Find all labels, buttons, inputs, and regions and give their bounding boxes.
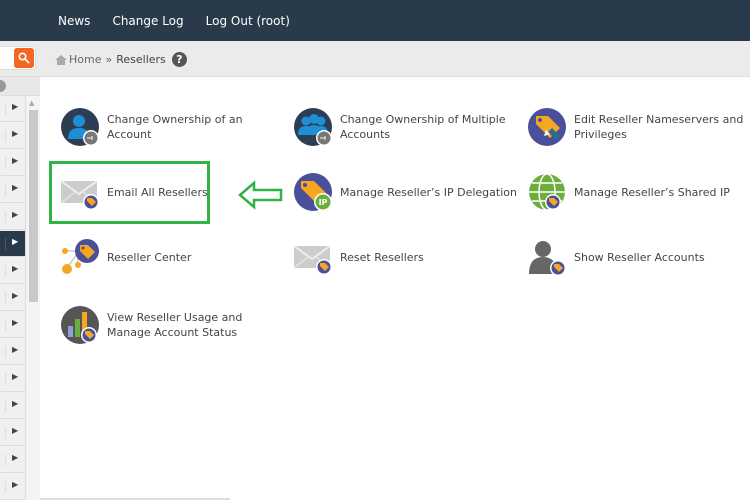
sidebar-toggle-icon[interactable] (0, 80, 6, 92)
item-shared-ip[interactable]: Manage Reseller’s Shared IP (528, 173, 750, 211)
scrollbar-thumb[interactable] (29, 110, 38, 302)
breadcrumb-separator: » (105, 53, 113, 66)
expand-arrow-icon[interactable]: ▶ (12, 426, 18, 435)
item-reset-resellers[interactable]: Reset Resellers (293, 238, 520, 276)
sidebar-item[interactable]: ▶ (0, 285, 26, 311)
sidebar-item-separator (5, 454, 6, 466)
scroll-up-arrow-icon[interactable]: ▲ (29, 99, 34, 107)
expand-arrow-icon[interactable]: ▶ (12, 183, 18, 192)
item-label: Change Ownership of Multiple Accounts (340, 113, 506, 141)
item-label: Manage Reseller’s Shared IP (574, 185, 730, 199)
sidebar-item-separator (5, 265, 6, 277)
users-key-icon (294, 108, 332, 146)
home-icon (55, 54, 67, 65)
sidebar-item[interactable]: ▶ (0, 312, 26, 338)
expand-arrow-icon[interactable]: ▶ (12, 102, 18, 111)
sidebar-item-separator (5, 427, 6, 439)
sidebar-item-separator (5, 130, 6, 142)
top-navigation-bar: News Change Log Log Out (root) (0, 0, 750, 41)
tag-pen-icon (528, 108, 566, 146)
sidebar-item[interactable]: ▶ (0, 231, 26, 257)
sidebar-item-separator (5, 211, 6, 223)
sidebar-item[interactable]: ▶ (0, 123, 26, 149)
item-change-ownership-multiple[interactable]: Change Ownership of Multiple Accounts (294, 108, 520, 146)
expand-arrow-icon[interactable]: ▶ (12, 453, 18, 462)
expand-arrow-icon[interactable]: ▶ (12, 210, 18, 219)
expand-arrow-icon[interactable]: ▶ (12, 372, 18, 381)
sidebar-item[interactable]: ▶ (0, 420, 26, 446)
item-ip-delegation[interactable]: IP Manage Reseller’s IP Delegation (294, 173, 520, 211)
sidebar-item[interactable]: ▶ (0, 177, 26, 203)
item-change-ownership[interactable]: Change Ownership of an Account (61, 108, 287, 146)
search-icon (18, 52, 30, 64)
sidebar-scrollbar[interactable]: ▲ (27, 96, 40, 500)
breadcrumb: Home » Resellers ? (55, 52, 187, 67)
search-button[interactable] (14, 48, 34, 68)
sidebar-item-separator (5, 238, 6, 250)
sidebar-item-separator (5, 319, 6, 331)
sidebar-item-separator (5, 292, 6, 304)
help-icon[interactable]: ? (171, 52, 187, 67)
sidebar-item[interactable]: ▶ (0, 474, 26, 500)
item-view-reseller-usage[interactable]: View Reseller Usage and Manage Account S… (61, 306, 287, 344)
expand-arrow-icon[interactable]: ▶ (12, 156, 18, 165)
person-tag-icon (528, 238, 566, 276)
item-label: View Reseller Usage and Manage Account S… (107, 311, 243, 339)
sidebar-item[interactable]: ▶ (0, 393, 26, 419)
item-label: Show Reseller Accounts (574, 250, 705, 264)
nav-news-link[interactable]: News (58, 14, 90, 28)
expand-arrow-icon[interactable]: ▶ (12, 237, 18, 246)
chart-tag-icon (61, 306, 99, 344)
sidebar-item-separator (5, 373, 6, 385)
envelope-tag-icon (293, 238, 332, 276)
breadcrumb-bar: Home » Resellers ? (0, 41, 750, 77)
sidebar-item-separator (5, 481, 6, 493)
item-label: Edit Reseller Nameservers and Privileges (574, 113, 744, 141)
expand-arrow-icon[interactable]: ▶ (12, 129, 18, 138)
user-key-icon (61, 108, 99, 146)
item-label: Reset Resellers (340, 250, 424, 264)
item-label: Change Ownership of an Account (107, 113, 243, 141)
expand-arrow-icon[interactable]: ▶ (12, 345, 18, 354)
sidebar-item[interactable]: ▶ (0, 96, 26, 122)
network-tag-icon (61, 238, 99, 276)
sidebar-item-separator (5, 157, 6, 169)
highlight-box (49, 161, 210, 224)
sidebar-item[interactable]: ▶ (0, 204, 26, 230)
sidebar-item-separator (5, 184, 6, 196)
expand-arrow-icon[interactable]: ▶ (12, 264, 18, 273)
breadcrumb-current: Resellers (116, 53, 166, 66)
item-show-reseller-accounts[interactable]: Show Reseller Accounts (528, 238, 750, 276)
tag-ip-icon: IP (294, 173, 332, 211)
sidebar-item-separator (5, 400, 6, 412)
expand-arrow-icon[interactable]: ▶ (12, 480, 18, 489)
top-nav: News Change Log Log Out (root) (58, 0, 312, 41)
sidebar-item[interactable]: ▶ (0, 150, 26, 176)
sidebar-item[interactable]: ▶ (0, 447, 26, 473)
ip-badge: IP (319, 198, 328, 207)
globe-tag-icon (528, 173, 566, 211)
expand-arrow-icon[interactable]: ▶ (12, 318, 18, 327)
sidebar-item[interactable]: ▶ (0, 339, 26, 365)
breadcrumb-home-link[interactable]: Home (69, 53, 101, 66)
sidebar-header (0, 77, 40, 96)
left-arrow-annotation-icon (238, 180, 283, 210)
sidebar: ▶ ▶ ▶ ▶ ▶ ▶ ▶ ▶ ▶ ▶ ▶ ▶ ▶ ▶ ▶ ▲ (0, 77, 40, 500)
nav-change-log-link[interactable]: Change Log (112, 14, 183, 28)
item-label: Manage Reseller’s IP Delegation (340, 185, 517, 199)
item-edit-nameservers[interactable]: Edit Reseller Nameservers and Privileges (528, 108, 750, 146)
sidebar-item-separator (5, 346, 6, 358)
item-reseller-center[interactable]: Reseller Center (61, 238, 287, 276)
item-label: Reseller Center (107, 250, 192, 264)
sidebar-item[interactable]: ▶ (0, 366, 26, 392)
expand-arrow-icon[interactable]: ▶ (12, 291, 18, 300)
sidebar-item-separator (5, 103, 6, 115)
expand-arrow-icon[interactable]: ▶ (12, 399, 18, 408)
nav-logout-link[interactable]: Log Out (root) (206, 14, 290, 28)
sidebar-item[interactable]: ▶ (0, 258, 26, 284)
